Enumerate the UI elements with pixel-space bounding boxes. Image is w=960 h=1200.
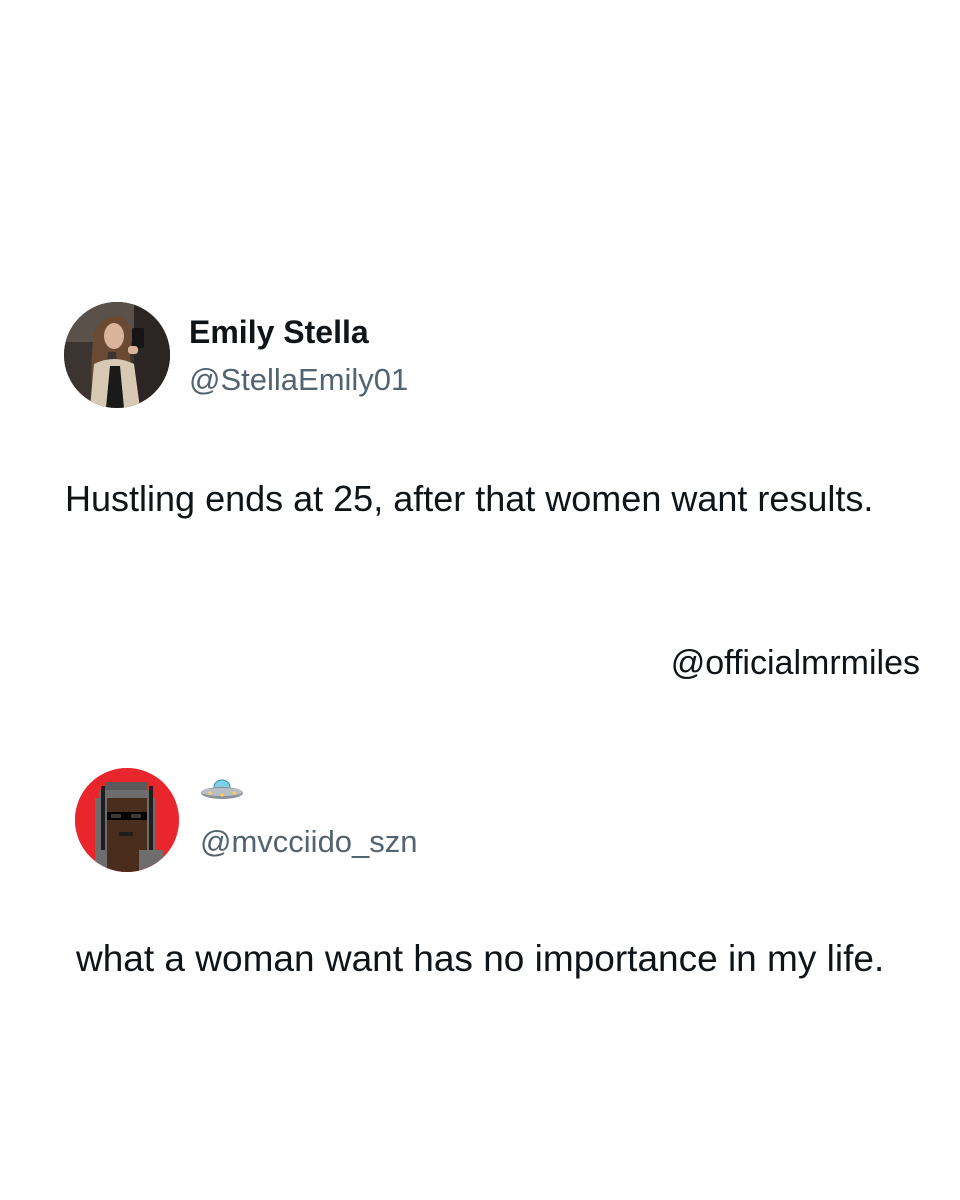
tweet-text: Hustling ends at 25, after that women wa… — [65, 478, 874, 519]
profile-photo-icon — [64, 302, 170, 408]
user-handle[interactable]: @mvcciido_szn — [200, 824, 418, 860]
pixel-art-punk-avatar[interactable] — [75, 768, 179, 872]
watermark: @officialmrmiles — [670, 644, 920, 682]
profile-photo-avatar[interactable] — [64, 302, 170, 408]
pixel-art-punk-icon — [75, 768, 179, 872]
user-handle[interactable]: @StellaEmily01 — [189, 362, 408, 398]
display-name[interactable]: Emily Stella — [189, 314, 369, 351]
tweet-text: what a woman want has no importance in m… — [76, 938, 885, 979]
flying-saucer-icon — [200, 778, 244, 807]
